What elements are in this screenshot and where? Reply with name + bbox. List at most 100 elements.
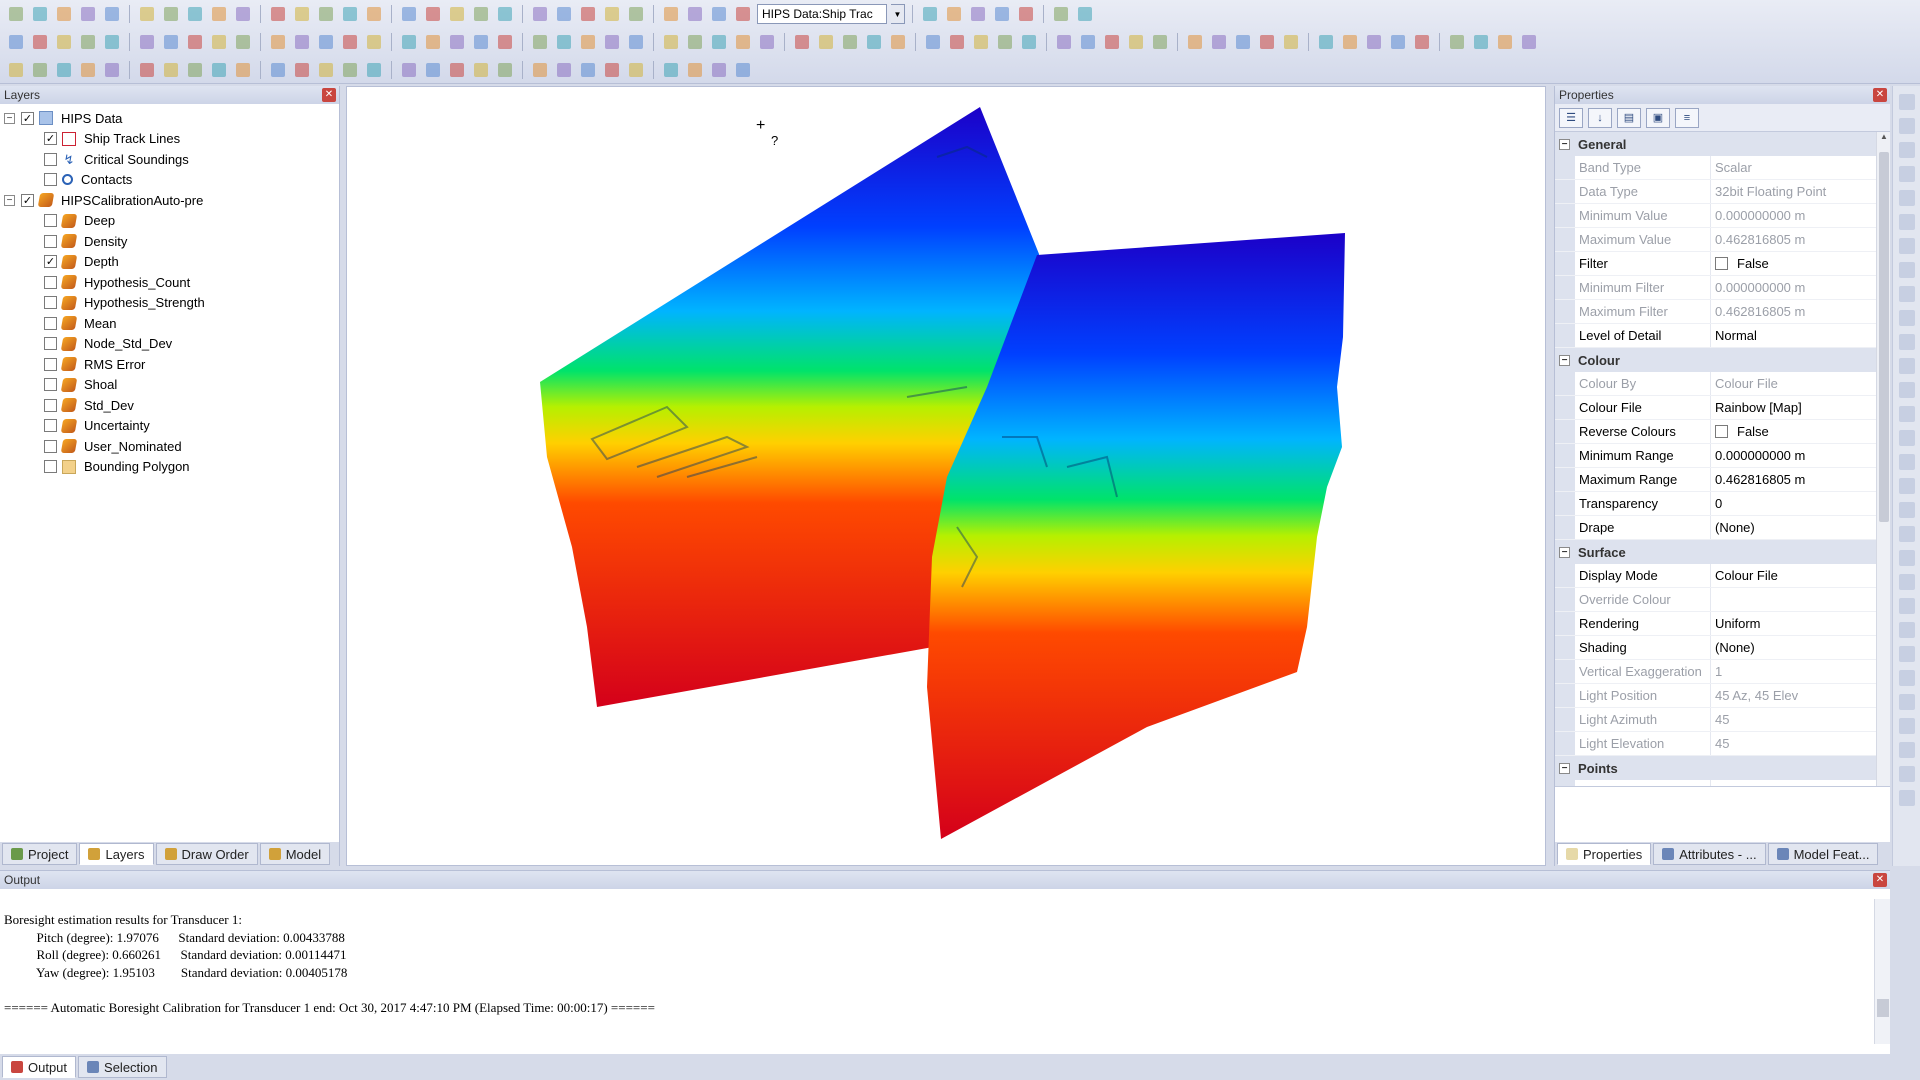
toolbar-tool-icon[interactable]	[554, 32, 574, 52]
tool-icon[interactable]	[1898, 454, 1915, 470]
toolbar-tool-icon[interactable]	[733, 4, 753, 24]
layer-item-hypothesis-count[interactable]: Hypothesis_Count	[4, 272, 339, 293]
toolbar-tool-icon[interactable]	[1075, 4, 1095, 24]
layer-item-contacts[interactable]: Contacts	[4, 170, 339, 191]
toolbar-tool-icon[interactable]	[30, 60, 50, 80]
property-row[interactable]: Level of Detail Normal	[1555, 324, 1890, 348]
tool-icon[interactable]	[1898, 382, 1915, 398]
output-scrollbar[interactable]	[1874, 899, 1890, 1044]
toolbar-tool-icon[interactable]	[554, 4, 574, 24]
collapse-icon[interactable]: −	[1559, 546, 1570, 558]
toolbar-tool-icon[interactable]	[161, 4, 181, 24]
toolbar-tool-icon[interactable]	[6, 32, 26, 52]
property-category-general[interactable]: − General	[1555, 132, 1890, 156]
collapse-icon[interactable]: −	[4, 194, 15, 206]
property-value[interactable]: 0	[1711, 496, 1890, 511]
close-icon[interactable]: ✕	[1873, 873, 1887, 887]
toolbar-tool-icon[interactable]	[399, 32, 419, 52]
layer-visibility-checkbox[interactable]	[44, 439, 57, 453]
layer-visibility-checkbox[interactable]	[44, 316, 57, 330]
toolbar-tool-icon[interactable]	[447, 4, 467, 24]
toolbar-tool-icon[interactable]	[399, 60, 419, 80]
map-view[interactable]: + ?	[346, 86, 1546, 866]
toolbar-tool-icon[interactable]	[920, 4, 940, 24]
toolbar-tool-icon[interactable]	[1054, 32, 1074, 52]
toolbar-tool-icon[interactable]	[316, 4, 336, 24]
property-row[interactable]: Rendering Uniform	[1555, 612, 1890, 636]
layer-visibility-checkbox[interactable]	[44, 337, 57, 351]
toolbar-tool-icon[interactable]	[578, 4, 598, 24]
toolbar-tool-icon[interactable]	[209, 4, 229, 24]
layer-visibility-checkbox[interactable]	[44, 234, 57, 248]
toolbar-tool-icon[interactable]	[161, 60, 181, 80]
layer-visibility-checkbox[interactable]	[44, 152, 57, 166]
toolbar-tool-icon[interactable]	[840, 32, 860, 52]
toolbar-tool-icon[interactable]	[554, 60, 574, 80]
tool-icon[interactable]	[1898, 262, 1915, 278]
scroll-thumb[interactable]	[1877, 999, 1889, 1017]
collapse-icon[interactable]: −	[4, 112, 15, 124]
toolbar-tool-icon[interactable]	[423, 4, 443, 24]
toolbar-tool-icon[interactable]	[1019, 32, 1039, 52]
toolbar-tool-icon[interactable]	[1388, 32, 1408, 52]
toolbar-tool-icon[interactable]	[792, 32, 812, 52]
layer-item-hipscalibrationauto-pre[interactable]: − ✓ HIPSCalibrationAuto-pre	[4, 190, 339, 211]
layer-item-user-nominated[interactable]: User_Nominated	[4, 436, 339, 457]
toolbar-tool-icon[interactable]	[137, 60, 157, 80]
property-category-surface[interactable]: − Surface	[1555, 540, 1890, 564]
toolbar-tool-icon[interactable]	[102, 4, 122, 24]
toolbar-tool-icon[interactable]	[447, 32, 467, 52]
tool-icon[interactable]	[1898, 718, 1915, 734]
toolbar-tool-icon[interactable]	[1185, 32, 1205, 52]
layer-selector-combo[interactable]: HIPS Data:Ship Trac	[757, 4, 887, 24]
property-value[interactable]: 0.000000000 m	[1711, 448, 1890, 463]
layer-item-critical-soundings[interactable]: ↯ Critical Soundings	[4, 149, 339, 170]
tool-icon[interactable]	[1898, 646, 1915, 662]
toolbar-tool-icon[interactable]	[1150, 32, 1170, 52]
layers-tab-model[interactable]: Model	[259, 843, 331, 865]
toolbar-tool-icon[interactable]	[495, 32, 515, 52]
toolbar-tool-icon[interactable]	[709, 32, 729, 52]
toolbar-tool-icon[interactable]	[471, 32, 491, 52]
alphabetical-sort-icon[interactable]: ↓	[1588, 107, 1612, 128]
layer-item-node-std-dev[interactable]: Node_Std_Dev	[4, 334, 339, 355]
tool-icon[interactable]	[1898, 358, 1915, 374]
layer-visibility-checkbox[interactable]	[44, 419, 57, 433]
tool-icon[interactable]	[1898, 238, 1915, 254]
toolbar-tool-icon[interactable]	[137, 4, 157, 24]
toolbar-tool-icon[interactable]	[340, 60, 360, 80]
properties-tab-model-feat[interactable]: Model Feat...	[1767, 843, 1879, 865]
toolbar-tool-icon[interactable]	[1126, 32, 1146, 52]
tool-icon[interactable]	[1898, 118, 1915, 134]
toolbar-tool-icon[interactable]	[78, 32, 98, 52]
toolbar-tool-icon[interactable]	[54, 60, 74, 80]
toolbar-tool-icon[interactable]	[30, 4, 50, 24]
toolbar-tool-icon[interactable]	[578, 60, 598, 80]
toolbar-tool-icon[interactable]	[30, 32, 50, 52]
property-row[interactable]: Maximum Range 0.462816805 m	[1555, 468, 1890, 492]
layer-visibility-checkbox[interactable]	[44, 378, 57, 392]
close-icon[interactable]: ✕	[1873, 88, 1887, 102]
toolbar-tool-icon[interactable]	[1051, 4, 1071, 24]
tool-icon[interactable]	[1898, 310, 1915, 326]
toolbar-tool-icon[interactable]	[1471, 32, 1491, 52]
toolbar-tool-icon[interactable]	[685, 60, 705, 80]
toolbar-tool-icon[interactable]	[733, 60, 753, 80]
property-value[interactable]: 0.462816805 m	[1711, 472, 1890, 487]
tool-icon[interactable]	[1898, 766, 1915, 782]
toolbar-tool-icon[interactable]	[268, 60, 288, 80]
toolbar-tool-icon[interactable]	[495, 4, 515, 24]
toolbar-tool-icon[interactable]	[944, 4, 964, 24]
toolbar-tool-icon[interactable]	[530, 4, 550, 24]
layer-item-hypothesis-strength[interactable]: Hypothesis_Strength	[4, 293, 339, 314]
toolbar-tool-icon[interactable]	[1016, 4, 1036, 24]
property-row[interactable]: Colour File Rainbow [Map]	[1555, 396, 1890, 420]
output-tab-output[interactable]: Output	[2, 1056, 77, 1078]
toolbar-tool-icon[interactable]	[661, 4, 681, 24]
property-row[interactable]: Drape (None)	[1555, 516, 1890, 540]
property-value[interactable]: Colour File	[1711, 568, 1890, 583]
toolbar-tool-icon[interactable]	[423, 32, 443, 52]
layer-visibility-checkbox[interactable]: ✓	[44, 255, 57, 269]
property-row[interactable]: Shading (None)	[1555, 636, 1890, 660]
toolbar-tool-icon[interactable]	[399, 4, 419, 24]
